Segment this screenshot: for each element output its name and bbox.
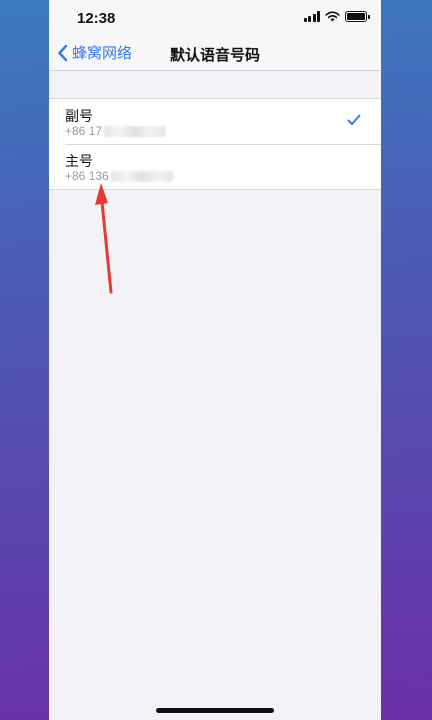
- wifi-icon: [325, 11, 340, 22]
- number-prefix: +86 17: [65, 124, 103, 138]
- cellular-signal-icon: [303, 11, 320, 22]
- checkmark-icon: [347, 114, 361, 125]
- list-item-title: 主号: [65, 153, 93, 169]
- list-item-secondary-number[interactable]: 副号 +86 17: [49, 99, 381, 144]
- list-item-number: +86 136: [65, 169, 173, 183]
- number-prefix: +86 136: [65, 169, 109, 183]
- battery-icon: [345, 11, 370, 22]
- status-icons: [303, 11, 370, 22]
- list-item-title: 副号: [65, 108, 93, 124]
- page-title: 默认语音号码: [169, 47, 260, 64]
- redacted-number: [104, 125, 167, 137]
- list-item-primary-number[interactable]: 主号 +86 136: [49, 144, 381, 189]
- home-indicator: [156, 708, 274, 713]
- redacted-number: [110, 170, 173, 182]
- navigation-bar: 蜂窝网络 默认语音号码: [49, 36, 381, 71]
- status-bar: 12:38: [49, 0, 381, 36]
- list-item-number: +86 17: [65, 124, 167, 138]
- status-time: 12:38: [77, 10, 116, 27]
- phone-screen: 12:38 蜂窝网络 默认语音号码 副号 +86 17 主号 +86 136: [49, 0, 381, 720]
- voice-number-list: 副号 +86 17 主号 +86 136: [49, 98, 381, 190]
